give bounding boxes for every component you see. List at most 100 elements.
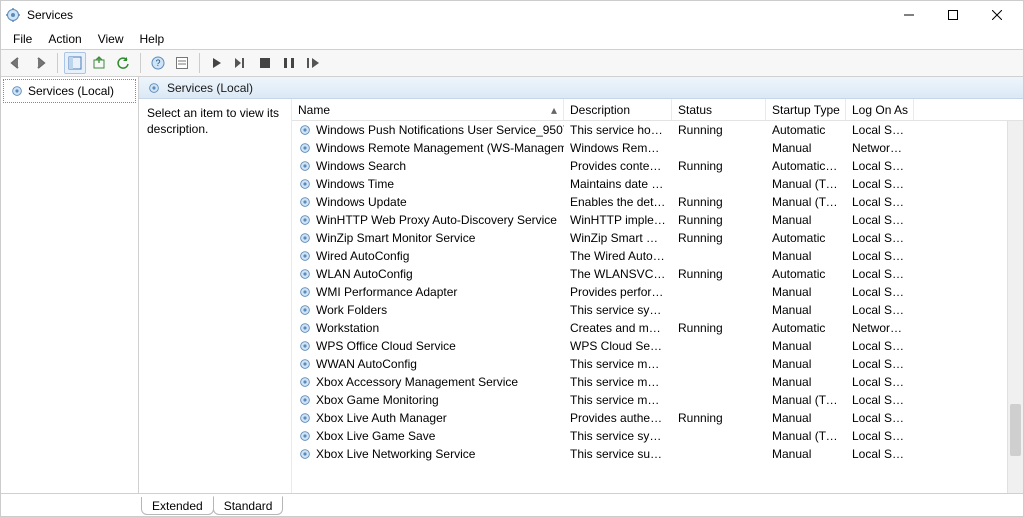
tree-root-services-local[interactable]: Services (Local)	[3, 79, 136, 103]
col-log-on-as[interactable]: Log On As	[846, 99, 914, 120]
cell-description: The Wired AutoC...	[564, 249, 672, 263]
gear-icon	[298, 267, 312, 281]
service-row[interactable]: Xbox Live Game SaveThis service syncs...…	[292, 427, 1023, 445]
resume-service-button[interactable]	[302, 52, 324, 74]
service-row[interactable]: WLAN AutoConfigThe WLANSVC se...RunningA…	[292, 265, 1023, 283]
forward-button[interactable]	[29, 52, 51, 74]
cell-status: Running	[672, 267, 766, 281]
gear-icon	[298, 357, 312, 371]
gear-icon	[298, 393, 312, 407]
service-row[interactable]: WMI Performance AdapterProvides perform.…	[292, 283, 1023, 301]
cell-description: Enables the detec...	[564, 195, 672, 209]
menu-file[interactable]: File	[5, 30, 40, 48]
refresh-button[interactable]	[112, 52, 134, 74]
cell-log-on-as: Local Syst...	[846, 447, 914, 461]
cell-startup-type: Manual (Tri...	[766, 393, 846, 407]
export-list-button[interactable]	[88, 52, 110, 74]
cell-status: Running	[672, 195, 766, 209]
cell-startup-type: Automatic	[766, 321, 846, 335]
cell-startup-type: Manual	[766, 357, 846, 371]
service-row[interactable]: WinZip Smart Monitor ServiceWinZip Smart…	[292, 229, 1023, 247]
service-row[interactable]: Windows SearchProvides content ...Runnin…	[292, 157, 1023, 175]
gear-icon	[298, 213, 312, 227]
gear-icon	[298, 123, 312, 137]
cell-description: Creates and main...	[564, 321, 672, 335]
menubar: File Action View Help	[1, 29, 1023, 49]
service-row[interactable]: Work FoldersThis service syncs...ManualL…	[292, 301, 1023, 319]
cell-log-on-as: Local Syst...	[846, 195, 914, 209]
gear-icon	[298, 321, 312, 335]
menu-help[interactable]: Help	[132, 30, 173, 48]
service-row[interactable]: Xbox Accessory Management ServiceThis se…	[292, 373, 1023, 391]
cell-description: WinZip Smart Mo...	[564, 231, 672, 245]
service-row[interactable]: WinHTTP Web Proxy Auto-Discovery Service…	[292, 211, 1023, 229]
cell-startup-type: Manual	[766, 249, 846, 263]
tree-root-label: Services (Local)	[28, 84, 114, 98]
service-row[interactable]: Xbox Game MonitoringThis service moni...…	[292, 391, 1023, 409]
back-button[interactable]	[5, 52, 27, 74]
cell-description: Provides authenti...	[564, 411, 672, 425]
detail-text: Select an item to view its description.	[147, 106, 279, 136]
sort-asc-icon: ▴	[541, 103, 557, 117]
cell-name: Xbox Game Monitoring	[292, 393, 564, 407]
cell-description: This service supp...	[564, 447, 672, 461]
toolbar: ?	[1, 49, 1023, 77]
cell-description: This service mana...	[564, 357, 672, 371]
minimize-button[interactable]	[887, 1, 931, 29]
properties-button[interactable]	[171, 52, 193, 74]
cell-log-on-as: Local Serv...	[846, 357, 914, 371]
cell-name: Windows Update	[292, 195, 564, 209]
service-row[interactable]: Xbox Live Auth ManagerProvides authenti.…	[292, 409, 1023, 427]
service-row[interactable]: Windows TimeMaintains date a...Manual (T…	[292, 175, 1023, 193]
service-row[interactable]: Windows Remote Management (WS-Managem...…	[292, 139, 1023, 157]
maximize-button[interactable]	[931, 1, 975, 29]
gear-icon	[298, 195, 312, 209]
cell-description: This service hosts...	[564, 123, 672, 137]
service-row[interactable]: WPS Office Cloud ServiceWPS Cloud Servic…	[292, 337, 1023, 355]
vertical-scrollbar[interactable]	[1007, 121, 1023, 493]
service-row[interactable]: Windows Push Notifications User Service_…	[292, 121, 1023, 139]
service-row[interactable]: WWAN AutoConfigThis service mana...Manua…	[292, 355, 1023, 373]
svg-text:?: ?	[155, 58, 160, 68]
cell-log-on-as: Local Syst...	[846, 393, 914, 407]
tab-standard[interactable]: Standard	[213, 496, 284, 515]
toolbar-separator	[199, 53, 200, 73]
cell-startup-type: Automatic	[766, 267, 846, 281]
cell-log-on-as: Local Serv...	[846, 213, 914, 227]
scroll-thumb[interactable]	[1010, 404, 1021, 456]
cell-description: Provides content ...	[564, 159, 672, 173]
cell-log-on-as: Local Serv...	[846, 177, 914, 191]
pause-service-button[interactable]	[278, 52, 300, 74]
close-button[interactable]	[975, 1, 1019, 29]
restart-service-button[interactable]	[230, 52, 252, 74]
cell-status: Running	[672, 123, 766, 137]
col-name[interactable]: Name ▴	[292, 99, 564, 120]
service-row[interactable]: WorkstationCreates and main...RunningAut…	[292, 319, 1023, 337]
cell-log-on-as: Local Syst...	[846, 249, 914, 263]
cell-name: Xbox Live Networking Service	[292, 447, 564, 461]
stop-service-button[interactable]	[254, 52, 276, 74]
service-row[interactable]: Windows UpdateEnables the detec...Runnin…	[292, 193, 1023, 211]
help-button[interactable]: ?	[147, 52, 169, 74]
cell-description: Provides perform...	[564, 285, 672, 299]
cell-startup-type: Manual	[766, 141, 846, 155]
gear-icon	[298, 411, 312, 425]
cell-log-on-as: Local Syst...	[846, 339, 914, 353]
tab-extended[interactable]: Extended	[141, 497, 214, 515]
console-tree[interactable]: Services (Local)	[1, 77, 139, 493]
menu-action[interactable]: Action	[40, 30, 89, 48]
col-startup-type[interactable]: Startup Type	[766, 99, 846, 120]
col-description[interactable]: Description	[564, 99, 672, 120]
titlebar: Services	[1, 1, 1023, 29]
col-status[interactable]: Status	[672, 99, 766, 120]
services-app-icon	[5, 7, 21, 23]
start-service-button[interactable]	[206, 52, 228, 74]
cell-startup-type: Automatic (...	[766, 159, 846, 173]
service-row[interactable]: Wired AutoConfigThe Wired AutoC...Manual…	[292, 247, 1023, 265]
show-hide-tree-button[interactable]	[64, 52, 86, 74]
gear-icon	[147, 81, 161, 95]
menu-view[interactable]: View	[90, 30, 132, 48]
cell-name: Xbox Live Auth Manager	[292, 411, 564, 425]
cell-name: WLAN AutoConfig	[292, 267, 564, 281]
service-row[interactable]: Xbox Live Networking ServiceThis service…	[292, 445, 1023, 463]
